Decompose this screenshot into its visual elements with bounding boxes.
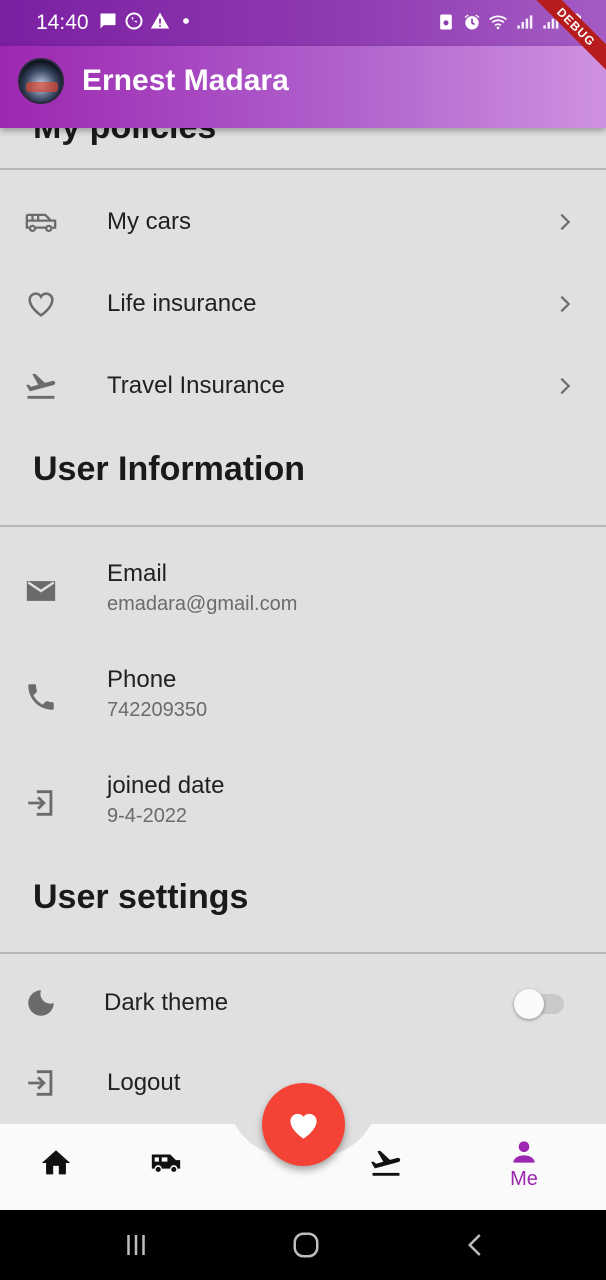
policy-item-life-insurance[interactable]: Life insurance [0, 264, 606, 344]
status-time: 14:40 [36, 11, 89, 34]
user-info-joined-date: joined date 9-4-2022 [0, 772, 606, 872]
chevron-right-icon [560, 377, 571, 395]
policy-item-label: Life insurance [107, 290, 257, 317]
home-icon [41, 1150, 71, 1175]
whatsapp-icon [125, 12, 143, 30]
policies-heading-partial: My policies [33, 128, 216, 147]
chevron-right-icon [560, 213, 571, 231]
car-icon [151, 1154, 181, 1172]
heart-outline-icon [28, 292, 54, 317]
policy-item-my-cars[interactable]: My cars [0, 182, 606, 262]
recycle-icon [440, 14, 452, 30]
user-info-email: Email emadara@gmail.com [0, 560, 606, 660]
setting-dark-theme[interactable]: Dark theme [0, 963, 606, 1043]
person-icon [513, 1141, 535, 1163]
divider [0, 168, 606, 170]
warning-icon [150, 12, 170, 29]
nav-me[interactable]: Me [496, 1136, 552, 1191]
divider [0, 525, 606, 527]
login-icon [28, 790, 53, 816]
avatar[interactable] [18, 58, 64, 104]
email-label: Email [107, 560, 168, 587]
joined-date-label: joined date [107, 772, 225, 799]
system-navigation-bar [0, 1210, 606, 1280]
phone-label: Phone [107, 666, 177, 693]
debug-label: DEBUG [527, 0, 606, 76]
policy-item-label: Travel Insurance [107, 372, 285, 399]
favorite-fab-button[interactable] [262, 1083, 345, 1166]
logout-icon [28, 1070, 53, 1096]
nav-me-label: Me [510, 1168, 538, 1190]
dark-theme-label: Dark theme [104, 989, 229, 1016]
chevron-right-icon [560, 295, 571, 313]
nav-cars[interactable] [146, 1146, 186, 1186]
nav-travel[interactable] [366, 1146, 406, 1186]
recent-apps-icon [127, 1235, 145, 1255]
back-button[interactable] [456, 1230, 496, 1260]
policy-item-travel-insurance[interactable]: Travel Insurance [0, 346, 606, 426]
email-value: emadara@gmail.com [107, 593, 298, 615]
debug-banner: DEBUG [516, 0, 606, 90]
user-information-heading: User Information [33, 450, 306, 488]
home-circle-icon [293, 1232, 319, 1258]
page-title: Ernest Madara [82, 64, 289, 97]
nav-home[interactable] [36, 1146, 76, 1186]
car-icon [25, 213, 57, 233]
wifi-icon [489, 15, 507, 30]
recent-apps-button[interactable] [116, 1230, 156, 1260]
phone-value: 742209350 [107, 699, 208, 721]
moon-icon [28, 990, 54, 1016]
user-info-phone: Phone 742209350 [0, 666, 606, 766]
alarm-icon [464, 14, 480, 30]
back-icon [467, 1234, 481, 1256]
user-settings-heading: User settings [33, 878, 249, 916]
message-icon [100, 13, 116, 29]
logout-label: Logout [107, 1069, 181, 1096]
dark-theme-toggle[interactable] [514, 988, 564, 1019]
phone-icon [28, 684, 54, 710]
joined-date-value: 9-4-2022 [107, 805, 188, 827]
flight-takeoff-icon [26, 373, 56, 399]
heart-icon [290, 1113, 317, 1139]
mail-icon [26, 581, 56, 601]
dot-icon [183, 18, 189, 24]
flight-takeoff-icon [371, 1150, 401, 1176]
policy-item-label: My cars [107, 208, 191, 235]
profile-content: My policies My cars Life insurance Trave… [0, 128, 606, 1124]
divider [0, 952, 606, 954]
home-button[interactable] [286, 1230, 326, 1260]
